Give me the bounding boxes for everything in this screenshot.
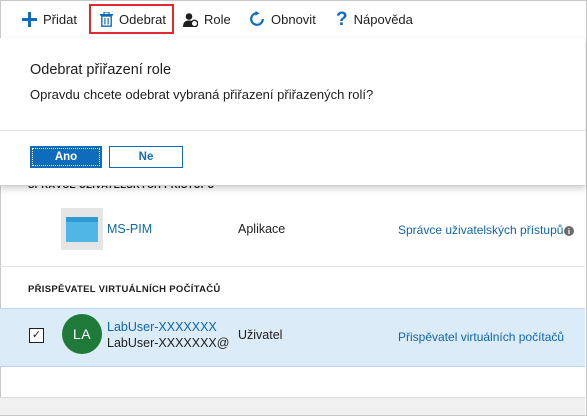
- no-button[interactable]: Ne: [109, 146, 183, 168]
- role-button[interactable]: Role: [183, 4, 231, 34]
- section-heading: PŘISPĚVATEL VIRTUÁLNÍCH POČÍTAČŮ: [28, 284, 221, 295]
- refresh-button[interactable]: Obnovit: [249, 4, 316, 34]
- trash-icon: [100, 11, 113, 27]
- refresh-icon: [250, 11, 264, 26]
- app-tile-icon: [61, 208, 103, 250]
- user-role-icon: [183, 12, 198, 27]
- dialog-message: Opravdu chcete odebrat vybraná přiřazení…: [30, 87, 374, 102]
- divider: [0, 266, 585, 267]
- info-icon[interactable]: i: [564, 226, 574, 236]
- command-toolbar: Přidat Odebrat Role Obnovit ? Nápověda: [0, 0, 585, 38]
- help-button[interactable]: ? Nápověda: [336, 4, 413, 34]
- add-button[interactable]: Přidat: [22, 4, 77, 34]
- checkmark-icon: ✓: [31, 329, 42, 341]
- row-name-link[interactable]: MS-PIM: [107, 222, 152, 236]
- row-name-link[interactable]: LabUser-XXXXXXX: [107, 320, 217, 334]
- plus-icon: [22, 11, 37, 27]
- horizontal-scrollbar[interactable]: [0, 397, 585, 415]
- role-button-label: Role: [204, 11, 231, 27]
- row-subname: LabUser-XXXXXXX@: [107, 336, 230, 350]
- question-mark-icon: ?: [336, 8, 348, 30]
- row-type: Uživatel: [238, 328, 283, 342]
- add-button-label: Přidat: [43, 11, 77, 27]
- remove-button-label: Odebrat: [119, 11, 166, 27]
- avatar: LA: [62, 314, 102, 354]
- remove-button[interactable]: Odebrat: [89, 4, 174, 34]
- row-role-link[interactable]: Přispěvatel virtuálních počítačů: [398, 330, 564, 344]
- row-role-link[interactable]: Správce uživatelských přístupů: [398, 223, 563, 237]
- row-checkbox[interactable]: ✓: [29, 328, 44, 343]
- confirm-dialog: Odebrat přiřazení role Opravdu chcete od…: [0, 38, 585, 186]
- refresh-button-label: Obnovit: [271, 11, 316, 27]
- dialog-title: Odebrat přiřazení role: [30, 62, 172, 78]
- dialog-divider: [0, 130, 585, 131]
- yes-button[interactable]: Ano: [30, 146, 102, 168]
- row-type: Aplikace: [238, 222, 286, 236]
- help-button-label: Nápověda: [353, 11, 413, 27]
